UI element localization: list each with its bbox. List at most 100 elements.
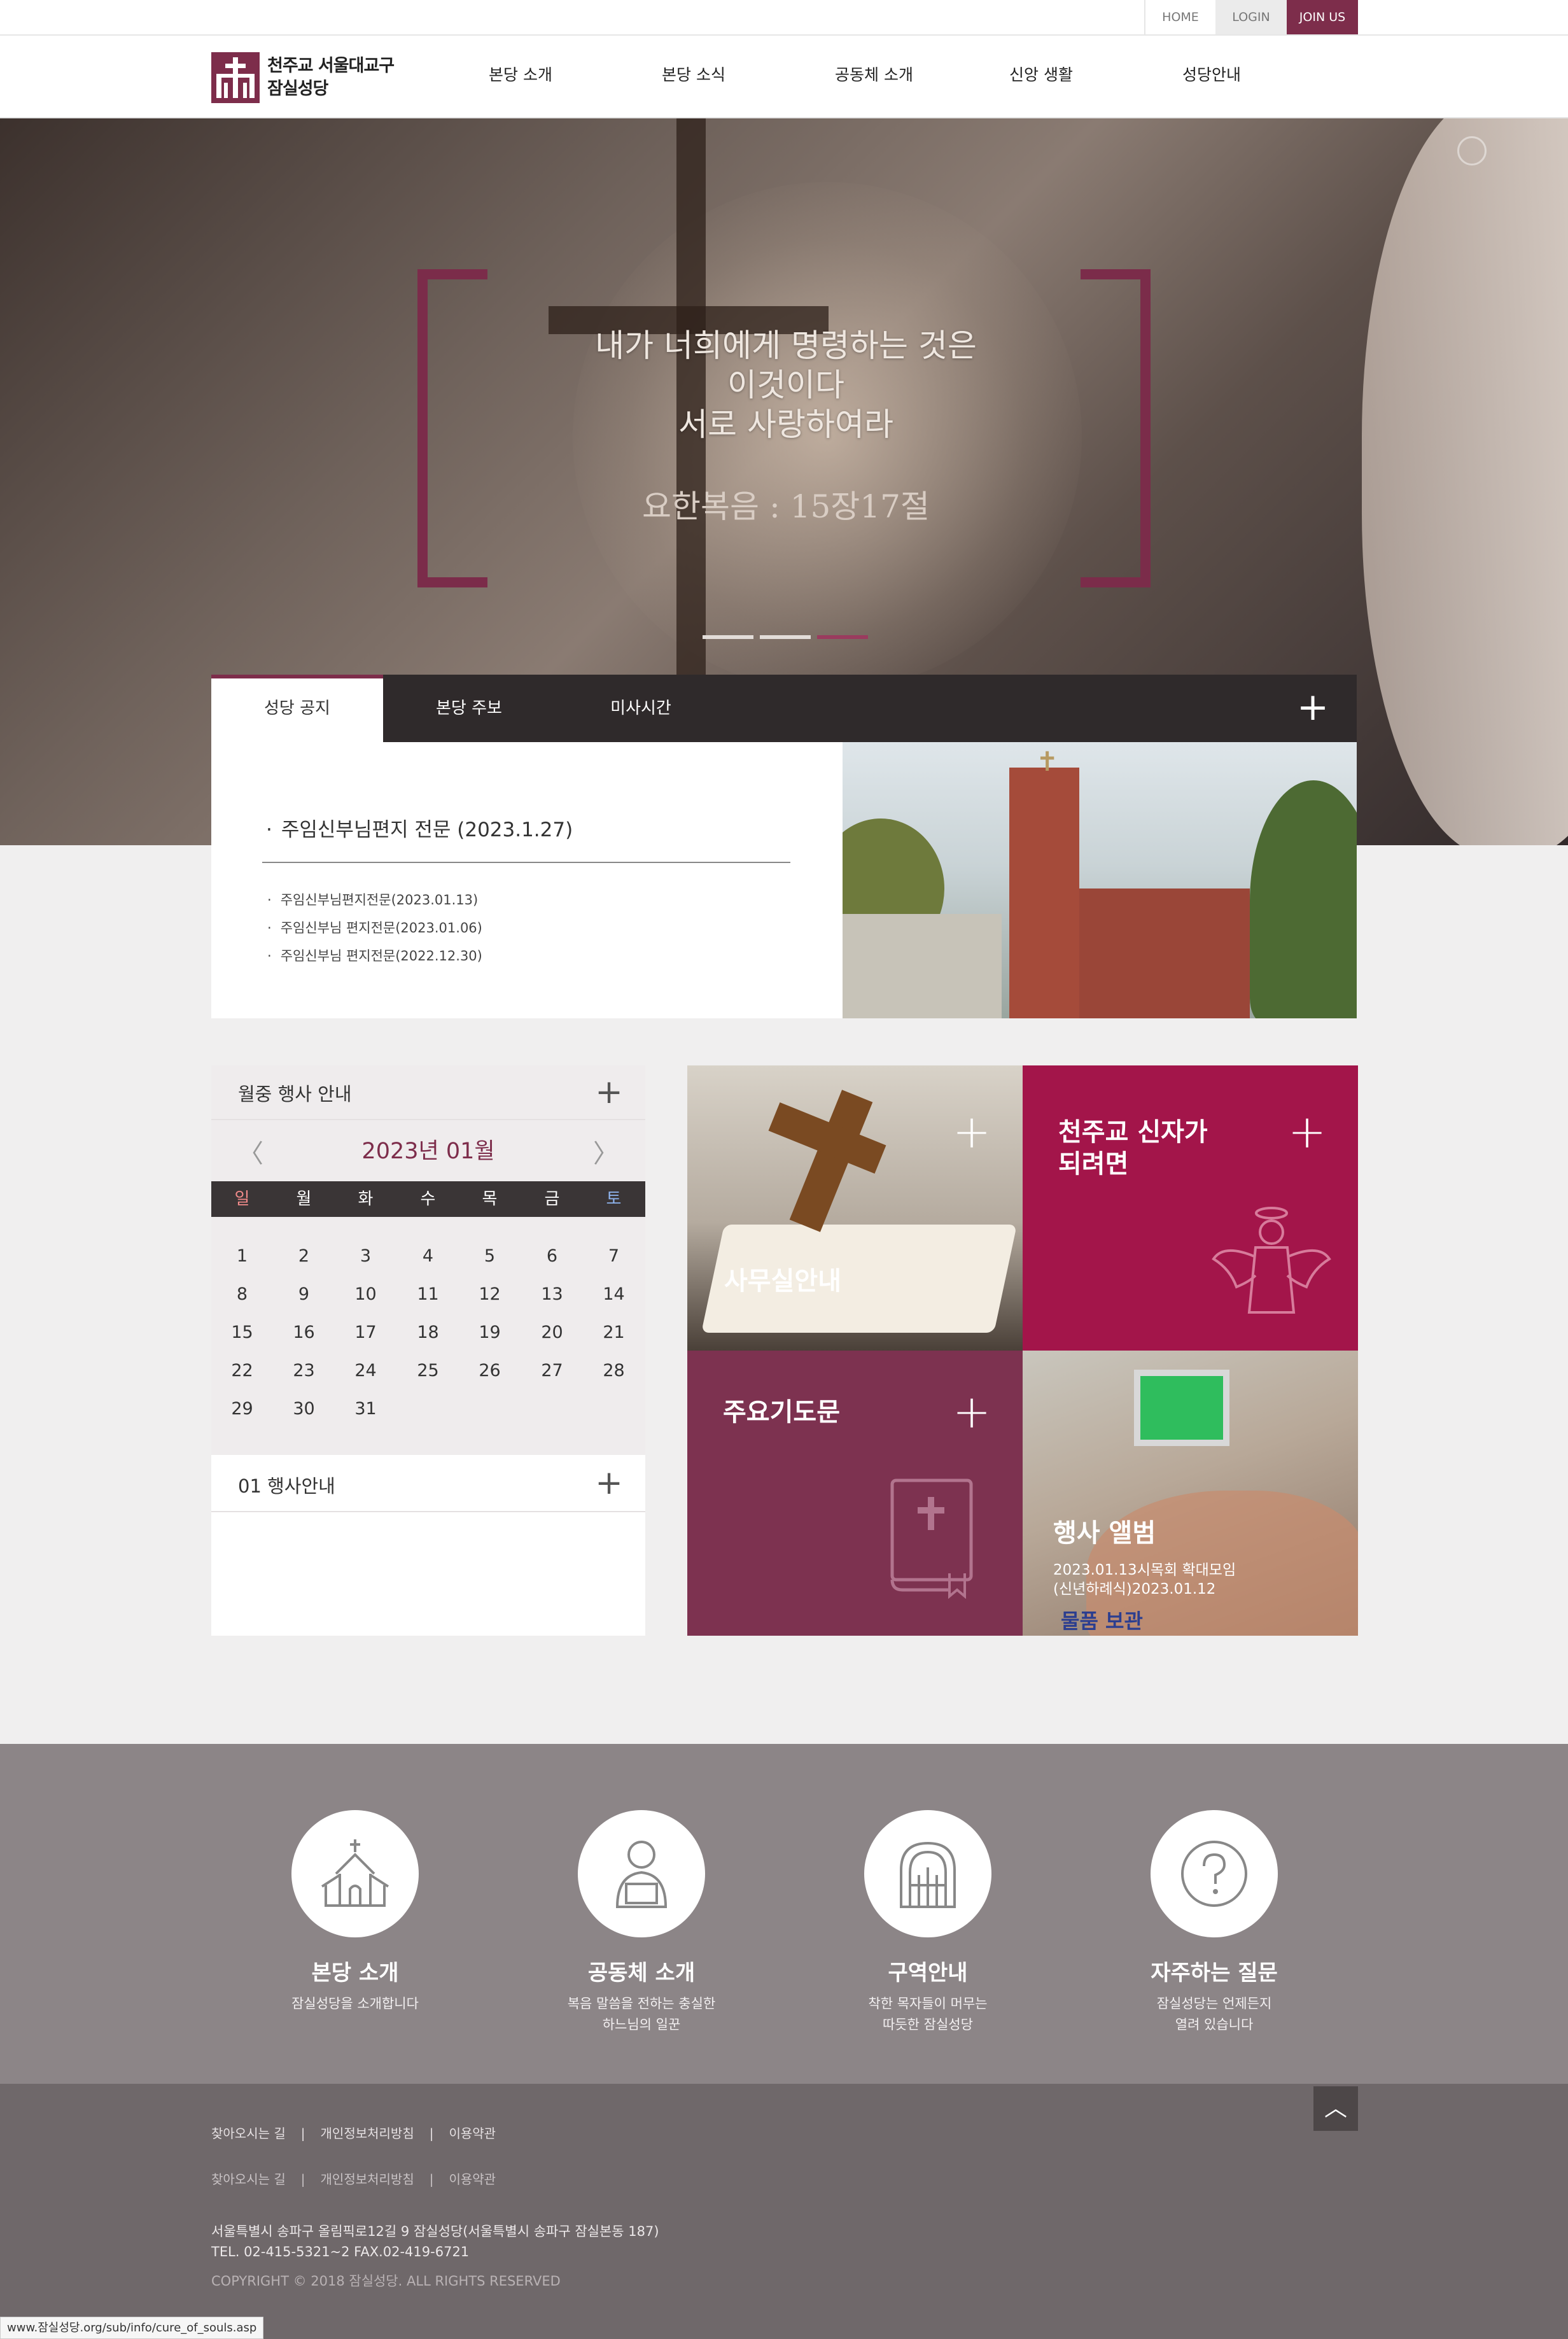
calendar-day[interactable]: 12 [459, 1284, 521, 1304]
tab-church-notice[interactable]: 성당 공지 [211, 675, 383, 742]
gnb-item-news[interactable]: 본당 소식 [662, 36, 725, 118]
person-icon [578, 1810, 705, 1937]
notice-list-item[interactable]: 주임신부님편지전문(2023.01.13) [267, 890, 479, 909]
calendar-day[interactable]: 19 [459, 1323, 521, 1342]
weekday-mon: 월 [296, 1190, 312, 1209]
site-header: 천주교 서울대교구 잠실성당 본당 소개 본당 소식 공동체 소개 신앙 생활 … [0, 36, 1568, 118]
notice-more-plus-icon[interactable]: + [1296, 688, 1330, 726]
join-link[interactable]: JOIN US [1287, 0, 1358, 34]
footer-link-terms[interactable]: 이용약관 [449, 2126, 496, 2141]
footer-link-directions[interactable]: 찾아오시는 길 [211, 2126, 286, 2141]
calendar-day[interactable]: 26 [459, 1361, 521, 1380]
calendar-day[interactable]: 6 [521, 1246, 583, 1266]
calendar-day[interactable]: 14 [583, 1284, 645, 1304]
logo-line-1: 천주교 서울대교구 [267, 56, 395, 76]
church-building-photo: ✝ [843, 742, 1357, 1018]
gnb-item-guide[interactable]: 성당안내 [1182, 36, 1241, 118]
quick-link-about-title: 본당 소개 [311, 1960, 399, 1986]
calendar-day[interactable]: 13 [521, 1284, 583, 1304]
tile-office-title: 사무실안내 [724, 1267, 841, 1296]
slide-indicator-1[interactable] [703, 635, 753, 639]
notice-divider [262, 862, 790, 863]
quick-link-district-title: 구역안내 [888, 1960, 968, 1986]
event-more-plus-icon[interactable]: + [593, 1466, 625, 1500]
quick-link-community-title: 공동체 소개 [587, 1960, 696, 1986]
utility-bar: HOME LOGIN JOIN US [0, 0, 1568, 36]
footer-links: 찾아오시는 길 | 개인정보처리방침 | 이용약관 [211, 2126, 496, 2141]
calendar-day[interactable]: 25 [397, 1361, 459, 1380]
home-link[interactable]: HOME [1144, 0, 1215, 34]
quote-bracket-left [417, 269, 487, 587]
site-logo[interactable]: 천주교 서울대교구 잠실성당 [211, 52, 415, 103]
footer-link-privacy[interactable]: 개인정보처리방침 [321, 2126, 414, 2141]
calendar-day[interactable]: 2 [273, 1246, 335, 1266]
calendar-day[interactable]: 4 [397, 1246, 459, 1266]
slide-indicator-2[interactable] [760, 635, 811, 639]
calendar-day[interactable]: 15 [211, 1323, 273, 1342]
event-list-title: 01 행사안내 [238, 1475, 335, 1497]
notice-panel: 주임신부님편지 전문 (2023.1.27) 주임신부님편지전문(2023.01… [211, 742, 843, 1018]
church-logo-icon [211, 52, 260, 103]
event-calendar: 월중 행사 안내 + 〈 2023년 01월 〉 일 월 화 수 목 금 토 1… [211, 1065, 645, 1636]
gnb-item-about[interactable]: 본당 소개 [489, 36, 552, 118]
weekday-wed: 수 [420, 1190, 436, 1209]
calendar-day[interactable]: 27 [521, 1361, 583, 1380]
calendar-day[interactable]: 22 [211, 1361, 273, 1380]
storage-sign-text: 물품 보관 [1061, 1609, 1143, 1633]
login-link[interactable]: LOGIN [1215, 0, 1287, 34]
tab-mass-times[interactable]: 미사시간 [555, 675, 727, 742]
calendar-day[interactable]: 8 [211, 1284, 273, 1304]
calendar-day[interactable]: 30 [273, 1399, 335, 1419]
calendar-day[interactable]: 23 [273, 1361, 335, 1380]
calendar-day[interactable]: 3 [335, 1246, 396, 1266]
exit-sign-image [1134, 1370, 1229, 1446]
gnb-item-faith-life[interactable]: 신앙 생활 [1009, 36, 1073, 118]
calendar-day[interactable]: 18 [397, 1323, 459, 1342]
calendar-day[interactable]: 16 [273, 1323, 335, 1342]
slide-indicator-3[interactable] [817, 635, 868, 639]
calendar-day[interactable]: 29 [211, 1399, 273, 1419]
notice-list-item[interactable]: 주임신부님 편지전문(2023.01.06) [267, 918, 482, 937]
logo-line-2: 잠실성당 [267, 79, 328, 99]
calendar-day[interactable]: 21 [583, 1323, 645, 1342]
gnb-item-community[interactable]: 공동체 소개 [835, 36, 913, 118]
calendar-day[interactable]: 9 [273, 1284, 335, 1304]
calendar-day[interactable]: 17 [335, 1323, 396, 1342]
calendar-day[interactable]: 31 [335, 1399, 396, 1419]
tile-prayers-title: 주요기도문 [723, 1398, 840, 1427]
tile-office-info[interactable]: + 사무실안내 [687, 1065, 1023, 1351]
calendar-day[interactable]: 1 [211, 1246, 273, 1266]
calendar-day[interactable]: 24 [335, 1361, 396, 1380]
tile-become-catholic[interactable]: 천주교 신자가 되려면 + [1023, 1065, 1358, 1351]
prayers-plus-icon[interactable]: + [952, 1389, 991, 1435]
calendar-more-plus-icon[interactable]: + [593, 1076, 625, 1109]
weekday-header: 일 월 화 수 목 금 토 [211, 1181, 645, 1217]
office-plus-icon[interactable]: + [952, 1109, 991, 1155]
calendar-day[interactable]: 28 [583, 1361, 645, 1380]
calendar-day[interactable]: 5 [459, 1246, 521, 1266]
tile-become-title: 천주교 신자가 되려면 [1058, 1118, 1208, 1179]
site-footer: ︿ 찾아오시는 길 | 개인정보처리방침 | 이용약관 찾아오시는 길 | 개인정보처리방침… [0, 2084, 1568, 2339]
tab-weekly-bulletin[interactable]: 본당 주보 [383, 675, 555, 742]
quick-links-band: 본당 소개 잠실성당을 소개합니다 공동체 소개 복음 말씀을 전하는 충실한 … [0, 1744, 1568, 2084]
quick-link-district-desc: 착한 목자들이 머무는 따듯한 잠실성당 [868, 1996, 988, 2032]
slider-control-button[interactable] [1457, 136, 1487, 165]
tile-album-title: 행사 앨범 [1053, 1519, 1156, 1548]
hero-quote: 내가 너희에게 명령하는 것은 이것이다 서로 사랑하여라 [595, 327, 977, 443]
calendar-day[interactable]: 20 [521, 1323, 583, 1342]
quick-link-faq-title: 자주하는 질문 [1151, 1960, 1278, 1986]
next-month-chevron-icon[interactable]: 〉 [593, 1133, 619, 1170]
calendar-month: 2023년 01월 [361, 1139, 495, 1164]
calendar-day[interactable]: 10 [335, 1284, 396, 1304]
scroll-to-top-chevron-icon[interactable]: ︿ [1313, 2086, 1358, 2131]
calendar-day[interactable]: 11 [397, 1284, 459, 1304]
calendar-header: 월중 행사 안내 + [211, 1065, 645, 1120]
tile-prayers[interactable]: 주요기도문 + [687, 1351, 1023, 1636]
notice-list-item[interactable]: 주임신부님 편지전문(2022.12.30) [267, 946, 482, 965]
calendar-day[interactable]: 7 [583, 1246, 645, 1266]
weekday-thu: 목 [482, 1190, 498, 1209]
question-icon [1151, 1810, 1278, 1937]
become-plus-icon[interactable]: + [1287, 1109, 1327, 1155]
tile-event-album[interactable]: 행사 앨범 2023.01.13시목회 확대모임 (신년하례식)2023.01.… [1023, 1351, 1358, 1636]
notice-headline[interactable]: 주임신부님편지 전문 (2023.1.27) [266, 813, 573, 842]
